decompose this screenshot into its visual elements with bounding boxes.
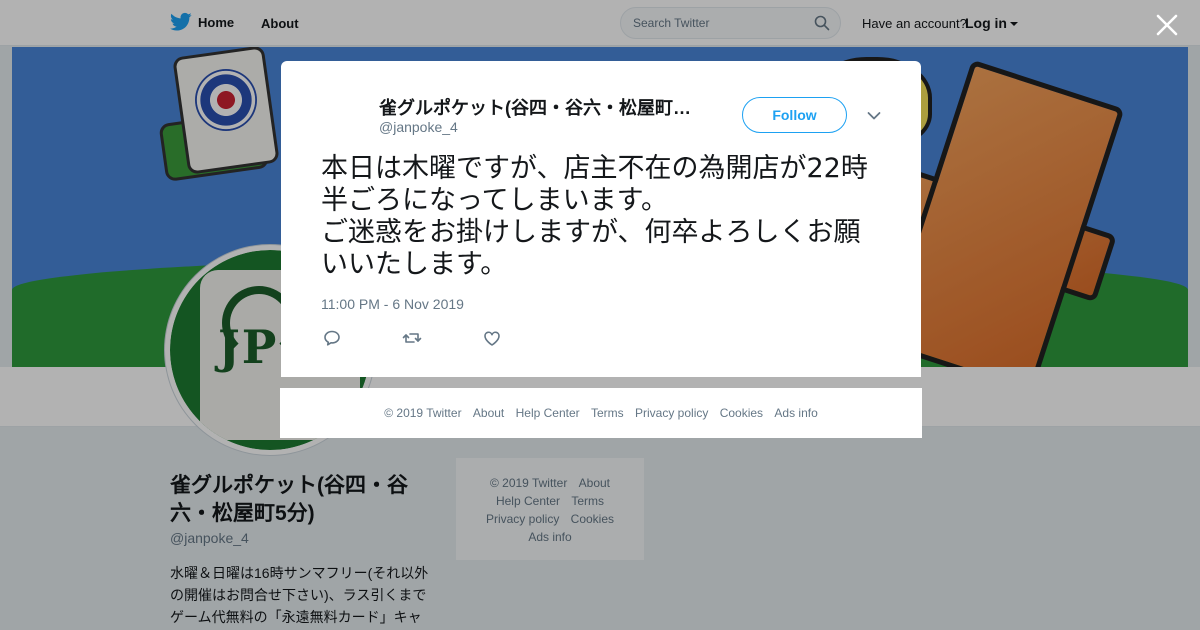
tweet-author-name[interactable]: 雀グルポケット(谷四・谷六・松屋町5分)	[379, 94, 699, 120]
tweet-text-line: 本日は木曜ですが、店主不在の為開店が22時	[321, 153, 868, 184]
footer-terms-link[interactable]: Terms	[591, 406, 624, 420]
tweet-author-handle[interactable]: @janpoke_4	[379, 119, 458, 135]
chevron-down-icon[interactable]	[867, 111, 881, 121]
footer-help-center-link[interactable]: Help Center	[516, 406, 580, 420]
reply-icon[interactable]	[321, 327, 343, 349]
tweet-modal: 雀グルポケット(谷四・谷六・松屋町5分) @janpoke_4 Follow 本…	[281, 61, 921, 377]
like-icon[interactable]	[481, 327, 503, 349]
footer-copyright: © 2019 Twitter	[384, 406, 462, 420]
footer-privacy-link[interactable]: Privacy policy	[635, 406, 708, 420]
tweet-text-line: ご迷惑をお掛けしますが、何卒よろしくお願	[321, 217, 861, 248]
tweet-text-line: 半ごろになってしまいます。	[321, 185, 668, 216]
footer-cookies-link[interactable]: Cookies	[720, 406, 763, 420]
modal-footer: © 2019 Twitter About Help Center Terms P…	[280, 388, 922, 438]
footer-ads-info-link[interactable]: Ads info	[774, 406, 817, 420]
close-icon[interactable]	[1154, 12, 1180, 38]
tweet-text-line: いいたします。	[321, 249, 508, 280]
follow-button[interactable]: Follow	[742, 97, 847, 133]
footer-about-link[interactable]: About	[473, 406, 504, 420]
tweet-timestamp[interactable]: 11:00 PM - 6 Nov 2019	[321, 296, 464, 312]
tweet-text: 本日は木曜ですが、店主不在の為開店が22時 半ごろになってしまいます。 ご迷惑を…	[321, 153, 891, 281]
retweet-icon[interactable]	[401, 327, 423, 349]
